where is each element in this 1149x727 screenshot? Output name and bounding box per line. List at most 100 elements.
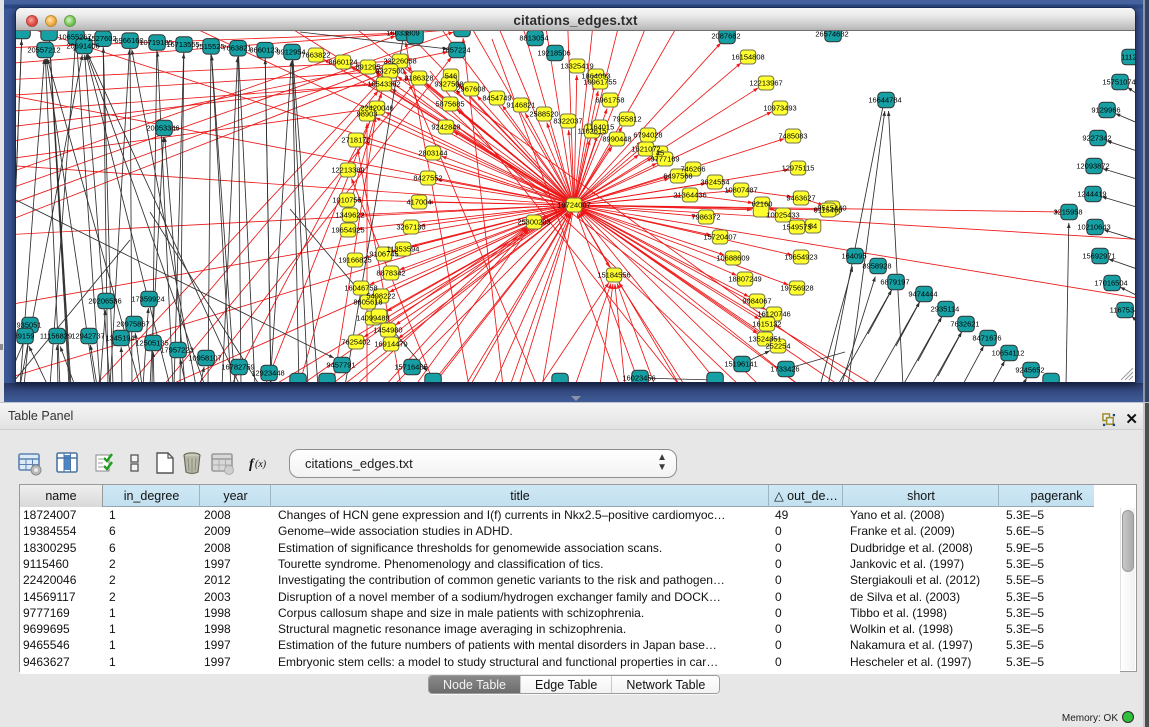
svg-text:19218506: 19218506 [537, 49, 570, 58]
svg-text:16914479: 16914479 [374, 340, 407, 349]
svg-text:26574682: 26574682 [815, 31, 848, 39]
svg-text:10961755: 10961755 [583, 78, 616, 87]
svg-text:15196141: 15196141 [724, 360, 757, 369]
svg-text:19724007: 19724007 [557, 201, 590, 210]
svg-text:935051: 935051 [16, 321, 41, 330]
svg-text:16644784: 16644784 [868, 96, 901, 105]
svg-text:1167534: 1167534 [1110, 306, 1135, 315]
svg-text:8471676: 8471676 [972, 334, 1001, 343]
svg-text:9106745: 9106745 [369, 250, 398, 259]
svg-text:8660124: 8660124 [328, 58, 357, 67]
svg-text:16120746: 16120746 [757, 310, 790, 319]
svg-text:9084067: 9084067 [742, 297, 771, 306]
svg-text:11156829: 11156829 [40, 332, 72, 341]
svg-text:1345194: 1345194 [105, 334, 134, 343]
svg-text:9457791: 9457791 [326, 361, 355, 370]
svg-text:2967608: 2967608 [456, 85, 485, 94]
svg-text:9115460: 9115460 [814, 206, 843, 215]
svg-text:17359924: 17359924 [131, 295, 164, 304]
svg-text:10654112: 10654112 [992, 349, 1025, 358]
svg-text:17016504: 17016504 [1094, 279, 1127, 288]
svg-text:7986372: 7986372 [691, 213, 720, 222]
svg-text:15692971: 15692971 [1082, 252, 1115, 261]
svg-text:8878342: 8878342 [376, 269, 405, 278]
svg-text:9327500: 9327500 [375, 67, 404, 76]
svg-text:8990448: 8990448 [602, 135, 631, 144]
svg-text:15184556: 15184556 [597, 271, 630, 280]
svg-text:10025433: 10025433 [766, 211, 799, 220]
svg-text:15751074: 15751074 [1102, 78, 1135, 87]
svg-text:19654923: 19654923 [784, 253, 817, 262]
svg-text:9463627: 9463627 [786, 194, 815, 203]
svg-text:18807249: 18807249 [728, 275, 761, 284]
svg-text:9129966: 9129966 [1091, 106, 1120, 115]
svg-text:2935114: 2935114 [931, 305, 960, 314]
svg-text:13325419: 13325419 [560, 62, 593, 71]
svg-text:10807487: 10807487 [724, 186, 757, 195]
svg-text:20557212: 20557212 [27, 46, 60, 55]
svg-text:8322037: 8322037 [553, 117, 582, 126]
svg-text:12923448: 12923448 [251, 369, 284, 378]
svg-text:3267130: 3267130 [396, 223, 425, 232]
svg-text:16033809: 16033809 [386, 31, 419, 38]
svg-text:12975115: 12975115 [782, 164, 815, 173]
svg-text:7485083: 7485083 [778, 132, 807, 141]
svg-text:9242848: 9242848 [431, 123, 460, 132]
svg-text:20053346: 20053346 [146, 124, 179, 133]
svg-text:39159: 39159 [16, 332, 34, 341]
svg-text:84: 84 [809, 222, 817, 231]
svg-text:10210643: 10210643 [1077, 223, 1110, 232]
svg-text:9777169: 9777169 [650, 155, 679, 164]
svg-text:1244419: 1244419 [1077, 190, 1106, 199]
svg-text:7515525: 7515525 [195, 42, 224, 51]
svg-text:1112: 1112 [1121, 53, 1135, 62]
svg-text:6879197: 6879197 [880, 278, 909, 287]
svg-text:1349622: 1349622 [335, 211, 364, 220]
svg-text:8186328: 8186328 [404, 74, 433, 83]
svg-text:8605618: 8605618 [353, 298, 382, 307]
svg-text:20975867: 20975867 [116, 320, 149, 329]
svg-text:1549575: 1549575 [782, 223, 811, 232]
svg-text:16023456: 16023456 [622, 374, 655, 383]
svg-text:7955812: 7955812 [612, 115, 641, 124]
svg-text:20206536: 20206536 [88, 297, 121, 306]
svg-text:25300203: 25300203 [517, 218, 550, 227]
svg-text:9245652: 9245652 [1015, 366, 1044, 375]
svg-text:252254: 252254 [765, 342, 790, 351]
svg-text:7663822: 7663822 [301, 51, 330, 60]
svg-text:2087682: 2087682 [711, 32, 740, 41]
svg-text:21364436: 21364436 [673, 191, 706, 200]
svg-text:15720407: 15720407 [703, 233, 736, 242]
svg-text:8813054: 8813054 [519, 34, 548, 43]
svg-text:10973493: 10973493 [763, 104, 796, 113]
svg-text:12213967: 12213967 [749, 79, 782, 88]
svg-text:2803144: 2803144 [418, 149, 447, 158]
svg-text:7663821: 7663821 [222, 44, 251, 53]
svg-text:19654925: 19654925 [331, 226, 364, 235]
svg-text:12093872: 12093872 [1076, 162, 1109, 171]
svg-text:7857224: 7857224 [441, 46, 470, 55]
svg-text:10958107: 10958107 [188, 354, 221, 363]
svg-text:746266: 746266 [680, 165, 705, 174]
svg-text:(x): (x) [255, 459, 267, 470]
svg-text:1164015: 1164015 [586, 123, 615, 132]
svg-text:19756928: 19756928 [780, 284, 813, 293]
svg-text:23226058: 23226058 [383, 57, 416, 66]
svg-text:20691406: 20691406 [66, 42, 99, 51]
svg-text:7632621: 7632621 [950, 320, 979, 329]
svg-text:8660123: 8660123 [249, 46, 278, 55]
svg-text:9474444: 9474444 [908, 290, 937, 299]
svg-text:7625402: 7625402 [341, 338, 370, 347]
svg-text:2718170: 2718170 [341, 136, 370, 145]
svg-text:16782759: 16782759 [221, 363, 254, 372]
svg-text:14099489: 14099489 [356, 314, 389, 323]
svg-text:98903: 98903 [357, 110, 378, 119]
svg-text:9227342: 9227342 [1082, 134, 1111, 143]
svg-text:3215958: 3215958 [1053, 208, 1082, 217]
svg-text:1615132: 1615132 [752, 320, 781, 329]
svg-text:19166825: 19166825 [338, 256, 371, 265]
svg-text:12213389: 12213389 [331, 166, 364, 175]
svg-text:15716485: 15716485 [394, 363, 427, 372]
svg-text:8958928: 8958928 [862, 262, 891, 271]
svg-text:6961758: 6961758 [595, 96, 624, 105]
